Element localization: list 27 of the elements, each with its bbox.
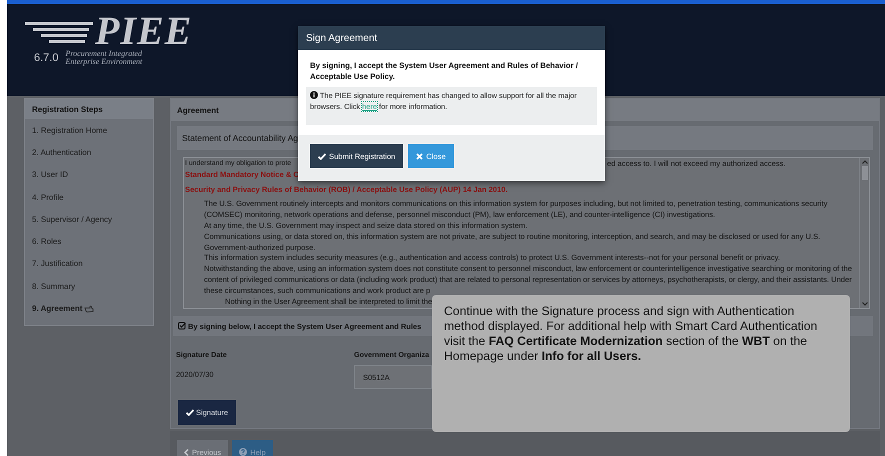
- scrollbar[interactable]: [859, 158, 869, 308]
- callout-text: Continue with the Signature process and sign with Authentication method displayed. For additional help with Smart Card Authentication visit the FAQ Certificate Modernization section of the WBT on the Homepage under Info for all Users.: [444, 304, 818, 363]
- step-item[interactable]: 8. Summary: [25, 275, 153, 298]
- chevron-left-icon: [184, 448, 189, 456]
- step-item[interactable]: 5. Supervisor / Agency: [25, 208, 153, 230]
- logo-text: PIEE: [95, 13, 192, 49]
- dialog-title: Sign Agreement: [298, 26, 605, 50]
- close-icon: [416, 152, 424, 160]
- scroll-thumb[interactable]: [862, 166, 868, 180]
- panel-title: Registration Steps: [25, 99, 153, 119]
- step-item[interactable]: 4. Profile: [25, 186, 153, 208]
- step-item[interactable]: 6. Roles: [25, 230, 153, 253]
- logo-subtitle: Procurement Integrated Enterprise Environment: [65, 50, 142, 66]
- version-label: 6.7.0: [34, 52, 58, 64]
- scroll-up-icon: [862, 160, 868, 164]
- step-item[interactable]: 9. Agreement: [25, 297, 153, 320]
- pointing-hand-icon: [84, 304, 94, 313]
- step-item[interactable]: 1. Registration Home: [25, 119, 153, 142]
- step-item[interactable]: 3. User ID: [25, 164, 153, 186]
- checkbox-check-icon: [178, 322, 186, 330]
- scroll-down-icon: [862, 302, 868, 306]
- check-icon: [186, 409, 194, 416]
- check-icon: [318, 152, 326, 160]
- step-item[interactable]: 7. Justification: [25, 252, 153, 276]
- step-item[interactable]: 2. Authentication: [25, 141, 153, 164]
- info-icon: [310, 91, 318, 99]
- question-icon: [239, 448, 248, 456]
